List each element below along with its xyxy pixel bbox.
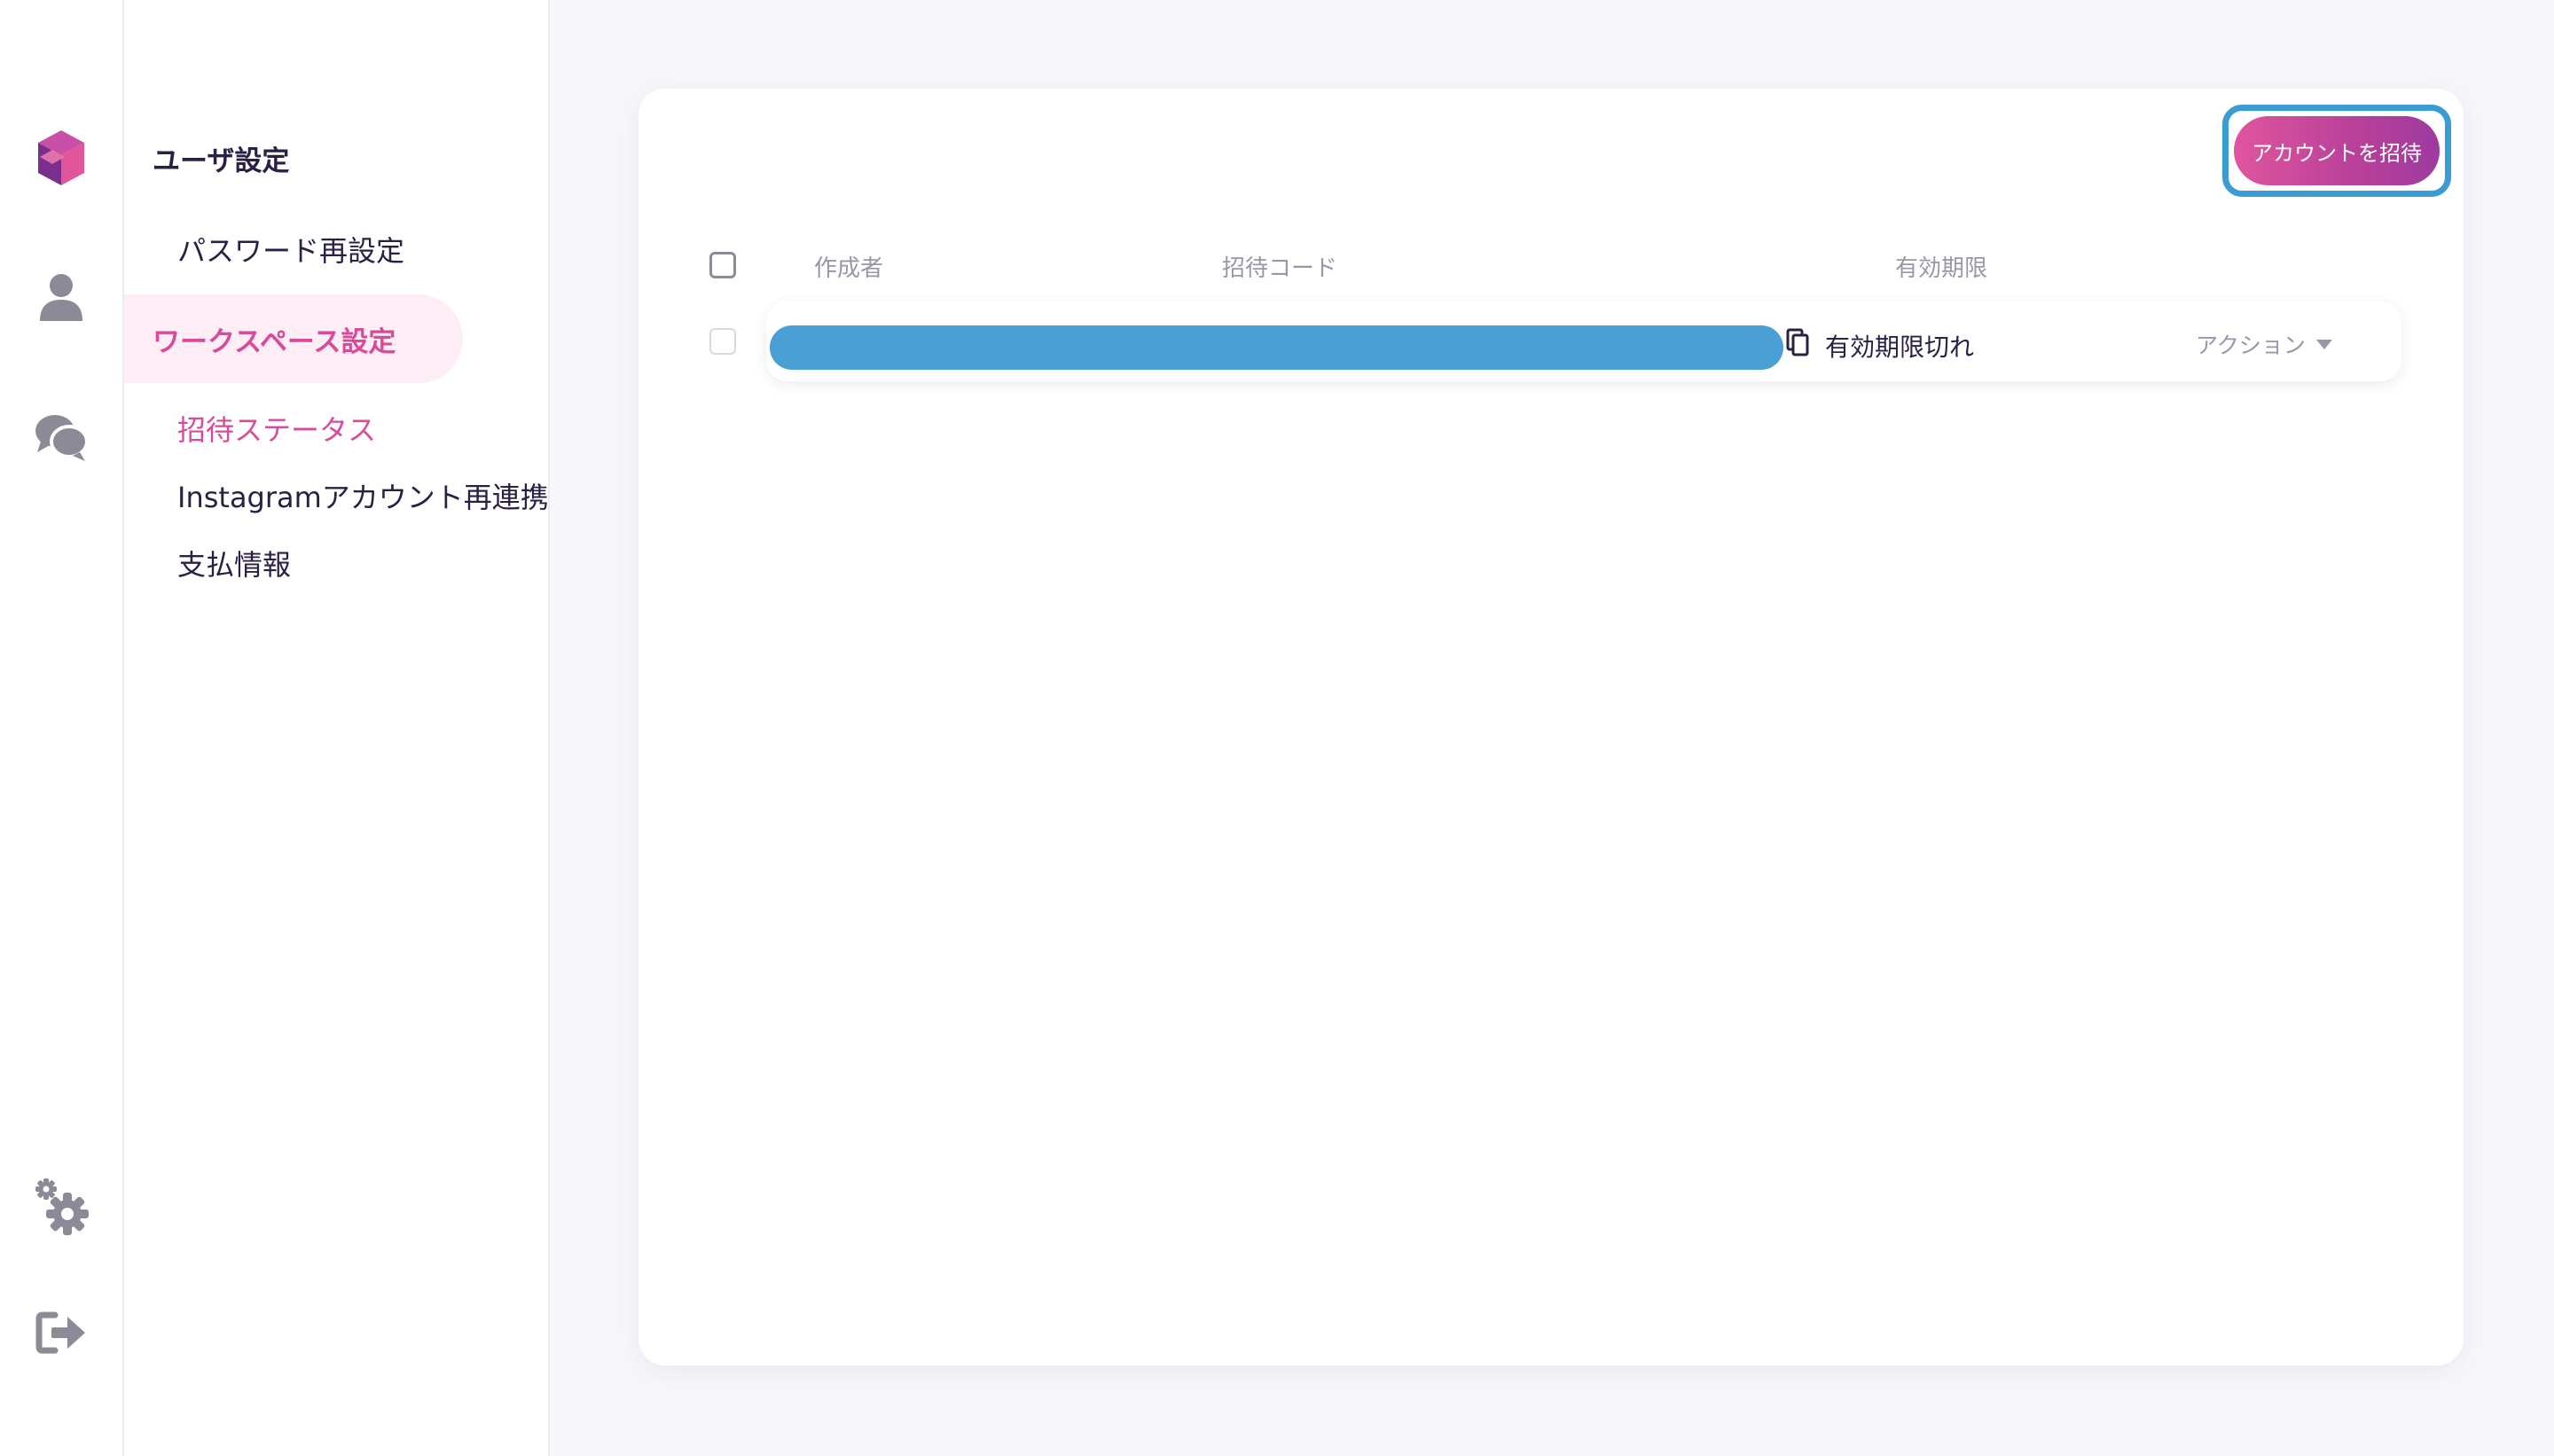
redacted-content xyxy=(770,325,1783,370)
app-root: ユーザ設定 パスワード再設定 ワークスペース設定 招待ステータス Instagr… xyxy=(0,0,2554,1456)
select-all-checkbox[interactable] xyxy=(709,252,736,278)
icon-rail xyxy=(0,0,124,1456)
row-checkbox[interactable] xyxy=(709,328,736,355)
menu-item-password-reset[interactable]: パスワード再設定 xyxy=(177,229,404,270)
user-icon[interactable] xyxy=(30,266,92,328)
menu-heading-user-settings: ユーザ設定 xyxy=(153,145,290,177)
action-dropdown[interactable]: アクション xyxy=(2196,328,2332,360)
caret-down-icon xyxy=(2315,339,2332,349)
action-dropdown-label: アクション xyxy=(2196,333,2306,358)
menu-item-payment-info[interactable]: 支払情報 xyxy=(177,543,291,583)
logo-icon[interactable] xyxy=(30,128,92,190)
expiry-status: 有効期限切れ xyxy=(1825,333,1975,362)
column-header-expiry: 有効期限 xyxy=(1895,255,1988,282)
copy-icon[interactable] xyxy=(1786,328,1811,360)
settings-menu: ユーザ設定 パスワード再設定 ワークスペース設定 招待ステータス Instagr… xyxy=(124,0,550,1456)
menu-section-label: ワークスペース設定 xyxy=(153,326,396,358)
invite-button-focus-ring: アカウントを招待 xyxy=(2222,105,2451,197)
invite-status-panel: アカウントを招待 作成者 招待コード 有効期限 有効期限切れ アクション xyxy=(638,89,2464,1366)
logout-icon[interactable] xyxy=(30,1302,92,1364)
invite-account-button[interactable]: アカウントを招待 xyxy=(2234,116,2440,185)
column-header-invite-code: 招待コード xyxy=(1222,255,1338,282)
menu-item-instagram-relink[interactable]: Instagramアカウント再連携 xyxy=(177,475,549,516)
chat-icon[interactable] xyxy=(30,406,92,468)
gear-icon[interactable] xyxy=(30,1176,92,1238)
column-header-creator: 作成者 xyxy=(814,255,884,282)
menu-section-workspace-settings[interactable]: ワークスペース設定 xyxy=(124,294,463,383)
table-row: 有効期限切れ アクション xyxy=(766,301,2401,381)
menu-item-invite-status[interactable]: 招待ステータス xyxy=(177,408,376,449)
